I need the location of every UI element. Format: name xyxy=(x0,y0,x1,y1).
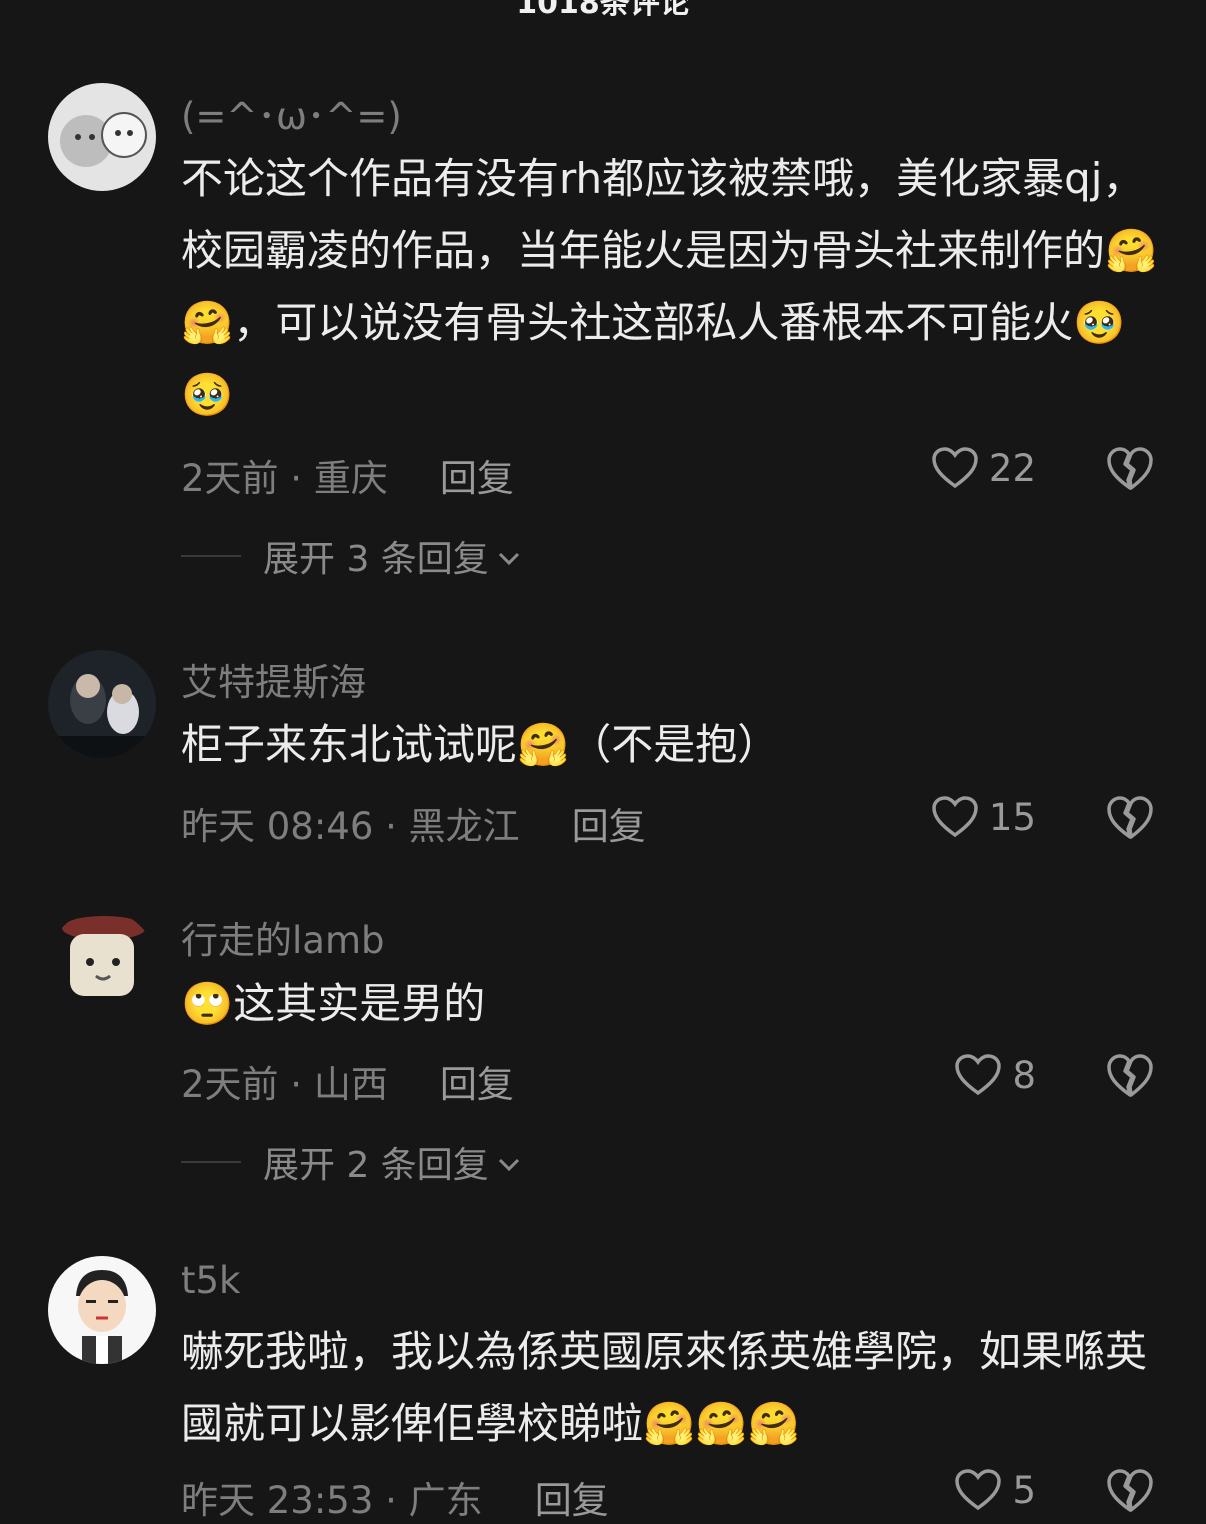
comment-text: 不论这个作品有没有rh都应该被禁哦，美化家暴qj，校园霸凌的作品，当年能火是因为… xyxy=(181,154,1158,419)
heart-outline-icon xyxy=(931,446,979,490)
like-button[interactable]: 22 xyxy=(931,446,1036,490)
avatar[interactable] xyxy=(48,1256,156,1364)
avatar[interactable] xyxy=(48,650,156,758)
broken-heart-icon xyxy=(1106,795,1154,841)
comment-time-location: 昨天 23:53 · 广东 xyxy=(181,1479,483,1522)
comment-time-location: 2天前 · 山西 xyxy=(181,1063,388,1106)
dislike-button[interactable] xyxy=(1106,795,1154,841)
comment-text: 嚇死我啦，我以為係英國原來係英雄學院，如果喺英國就可以影俾佢學校睇啦🤗🤗🤗 xyxy=(181,1327,1148,1448)
chevron-down-icon xyxy=(495,1142,523,1183)
comment-username[interactable]: t5k xyxy=(181,1259,240,1302)
comment-meta: 昨天 08:46 · 黑龙江 回复 xyxy=(181,796,646,850)
reply-button[interactable]: 回复 xyxy=(572,796,646,850)
reply-button[interactable]: 回复 xyxy=(440,1054,514,1108)
broken-heart-icon xyxy=(1106,1468,1154,1514)
like-button[interactable]: 8 xyxy=(954,1053,1036,1097)
comment-text: 柜子来东北试试呢🤗（不是抱） xyxy=(181,720,780,769)
heart-outline-icon xyxy=(954,1468,1002,1512)
comment-time-location: 昨天 08:46 · 黑龙江 xyxy=(181,805,520,848)
like-count: 15 xyxy=(988,795,1036,839)
broken-heart-icon xyxy=(1106,1053,1154,1099)
like-count: 8 xyxy=(1012,1053,1036,1097)
comments-count-title: 1018条评论 xyxy=(516,0,690,21)
expand-replies-label: 展开 3 条回复 xyxy=(263,539,489,580)
heart-outline-icon xyxy=(954,1053,1002,1097)
expand-replies-button[interactable]: 展开 2 条回复 xyxy=(181,1136,523,1188)
comment-text: 🙄这其实是男的 xyxy=(181,979,486,1028)
expand-replies-button[interactable]: 展开 3 条回复 xyxy=(181,530,523,582)
comment-meta: 昨天 23:53 · 广东 回复 xyxy=(181,1470,609,1524)
broken-heart-icon xyxy=(1106,446,1154,492)
heart-outline-icon xyxy=(931,795,979,839)
like-button[interactable]: 15 xyxy=(931,795,1036,839)
divider-line xyxy=(181,1161,241,1163)
comment-meta: 2天前 · 山西 回复 xyxy=(181,1054,514,1108)
comment-time-location: 2天前 · 重庆 xyxy=(181,457,388,500)
reply-button[interactable]: 回复 xyxy=(440,448,514,502)
dislike-button[interactable] xyxy=(1106,446,1154,492)
comment-username[interactable]: 艾特提斯海 xyxy=(181,652,366,706)
like-button[interactable]: 5 xyxy=(954,1468,1036,1512)
divider-line xyxy=(181,555,241,557)
avatar[interactable] xyxy=(48,83,156,191)
reply-button[interactable]: 回复 xyxy=(535,1470,609,1524)
dislike-button[interactable] xyxy=(1106,1053,1154,1099)
avatar[interactable] xyxy=(48,910,156,1018)
comment-meta: 2天前 · 重庆 回复 xyxy=(181,448,514,502)
comment-username[interactable]: 行走的lamb xyxy=(181,910,384,964)
like-count: 5 xyxy=(1012,1468,1036,1512)
like-count: 22 xyxy=(988,446,1036,490)
dislike-button[interactable] xyxy=(1106,1468,1154,1514)
chevron-down-icon xyxy=(495,536,523,577)
comment-username[interactable]: (=^･ω･^=) xyxy=(181,86,402,140)
expand-replies-label: 展开 2 条回复 xyxy=(263,1145,489,1186)
